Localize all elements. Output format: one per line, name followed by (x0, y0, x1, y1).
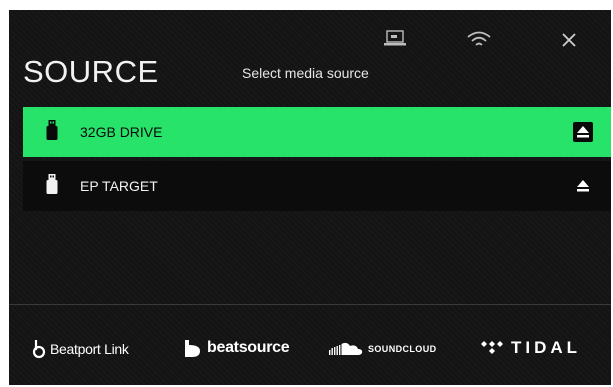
eject-icon[interactable] (573, 122, 593, 142)
tidal-label: TIDAL (511, 338, 582, 357)
beatsource-logo-icon (185, 340, 200, 357)
source-item-32gb-drive[interactable]: 32GB DRIVE (23, 107, 611, 157)
close-icon[interactable] (561, 32, 577, 48)
wifi-icon[interactable] (466, 30, 492, 50)
beatport-logo-icon (32, 340, 46, 359)
page-subtitle: Select media source (242, 65, 369, 81)
beatsource-label: beatsource (207, 339, 290, 356)
tidal-logo-icon (481, 341, 503, 354)
beatport-label: Beatport Link (50, 341, 129, 357)
source-label: 32GB DRIVE (80, 124, 163, 140)
beatport-link-button[interactable]: Beatport Link (31, 339, 129, 359)
tidal-button[interactable]: TIDAL (481, 338, 581, 358)
eject-icon[interactable] (573, 176, 593, 196)
soundcloud-label: SOUNDCLOUD (368, 344, 437, 354)
soundcloud-logo-icon (329, 342, 363, 355)
laptop-icon[interactable] (384, 30, 406, 48)
source-item-ep-target[interactable]: EP TARGET (23, 161, 611, 211)
divider (9, 304, 611, 305)
media-source-screen: SOURCE Select media source 32GB DRIVE EP… (9, 10, 611, 385)
source-label: EP TARGET (80, 178, 158, 194)
beatsource-button[interactable]: beatsource (184, 339, 290, 357)
soundcloud-button[interactable]: SOUNDCLOUD (329, 342, 437, 356)
usb-drive-icon (46, 120, 58, 140)
usb-drive-icon (46, 174, 58, 194)
source-list: 32GB DRIVE EP TARGET (23, 107, 611, 215)
streaming-services-bar: Beatport Link beatsource SOUNDCLOUD TIDA… (9, 333, 611, 369)
page-title: SOURCE (23, 54, 159, 89)
